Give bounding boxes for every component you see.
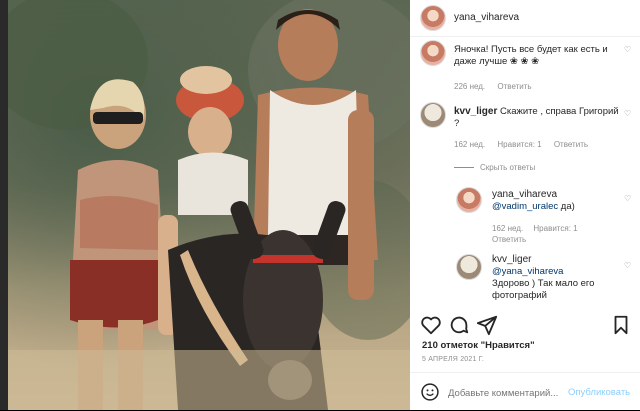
- comment-footer: Опубликовать: [410, 372, 640, 411]
- comment-2-meta: 162 нед. Нравится: 1 Ответить: [454, 140, 588, 149]
- bookmark-icon[interactable]: [610, 314, 632, 336]
- comment-1-meta: 226 нед. Ответить: [454, 82, 532, 91]
- comment-input[interactable]: [446, 384, 570, 402]
- avatar[interactable]: [420, 102, 446, 128]
- publish-button[interactable]: Опубликовать: [568, 387, 630, 398]
- comment-2-body: kvv_liger Скажите , справа Григорий ?: [454, 106, 626, 130]
- comment-2-time: 162 нед.: [454, 140, 486, 149]
- comment-2-author[interactable]: kvv_liger: [454, 106, 497, 117]
- post-photo: [8, 0, 410, 410]
- reply-1-author[interactable]: yana_vihareva: [492, 189, 557, 200]
- comment-icon[interactable]: [448, 314, 470, 336]
- reply-2-body: kvv_liger @yana_vihareva Здорово ) Так м…: [492, 254, 622, 302]
- avatar[interactable]: [420, 40, 446, 66]
- heart-icon[interactable]: [420, 314, 442, 336]
- reply-2-mention[interactable]: @yana_vihareva: [492, 266, 563, 277]
- post-side-panel: yana_vihareva Яночка! Пусть все будет ка…: [410, 0, 640, 410]
- post-author[interactable]: yana_vihareva: [454, 12, 519, 23]
- post-actions: [410, 310, 640, 340]
- reply-2-text: Здорово ) Так мало его фотографий: [492, 278, 595, 301]
- comment-1: Яночка! Пусть все будет как есть и даже …: [410, 36, 640, 92]
- reply-1-reply[interactable]: Ответить: [492, 235, 526, 244]
- comment-like-icon[interactable]: ♡: [624, 110, 632, 118]
- comment-2-likes[interactable]: Нравится: 1: [497, 140, 541, 149]
- close-icon[interactable]: ✕: [626, 2, 638, 16]
- left-backdrop: [0, 0, 8, 410]
- hide-replies-label: Скрыть ответы: [480, 163, 536, 172]
- comment-2-reply[interactable]: Ответить: [554, 140, 588, 149]
- comment-like-icon[interactable]: ♡: [624, 195, 632, 203]
- avatar[interactable]: [420, 5, 446, 31]
- share-icon[interactable]: [476, 314, 498, 336]
- avatar[interactable]: [456, 187, 482, 213]
- emoji-icon[interactable]: [420, 382, 440, 402]
- reply-1-time: 162 нед.: [492, 224, 524, 233]
- hide-replies-button[interactable]: Скрыть ответы: [454, 163, 535, 172]
- reply-1: yana_vihareva @vadim_uralec да) 162 нед.…: [454, 185, 640, 245]
- comment-2: kvv_liger Скажите , справа Григорий ? 16…: [410, 100, 640, 150]
- photo-illustration: [8, 0, 410, 410]
- post-header: yana_vihareva: [410, 0, 640, 37]
- comment-1-reply[interactable]: Ответить: [497, 82, 531, 91]
- comment-1-time: 226 нед.: [454, 82, 486, 91]
- likes-count[interactable]: 210 отметок "Нравится": [422, 340, 535, 351]
- comment-1-body: Яночка! Пусть все будет как есть и даже …: [454, 44, 629, 68]
- divider-line: [454, 167, 474, 169]
- post-date: 5 АПРЕЛЯ 2021 Г.: [422, 356, 484, 363]
- reply-1-text: да): [560, 201, 575, 212]
- comment-1-emoji: ❀ ❀ ❀: [509, 56, 540, 67]
- reply-2-author[interactable]: kvv_liger: [492, 254, 531, 265]
- reply-2: kvv_liger @yana_vihareva Здорово ) Так м…: [454, 252, 640, 310]
- reply-1-likes[interactable]: Нравится: 1: [533, 224, 577, 233]
- reply-1-mention[interactable]: @vadim_uralec: [492, 201, 558, 212]
- avatar[interactable]: [456, 254, 482, 280]
- comment-like-icon[interactable]: ♡: [624, 46, 632, 54]
- reply-1-meta: 162 нед. Нравится: 1 Ответить: [492, 223, 640, 245]
- reply-1-body: yana_vihareva @vadim_uralec да): [492, 189, 622, 213]
- comment-like-icon[interactable]: ♡: [624, 262, 632, 270]
